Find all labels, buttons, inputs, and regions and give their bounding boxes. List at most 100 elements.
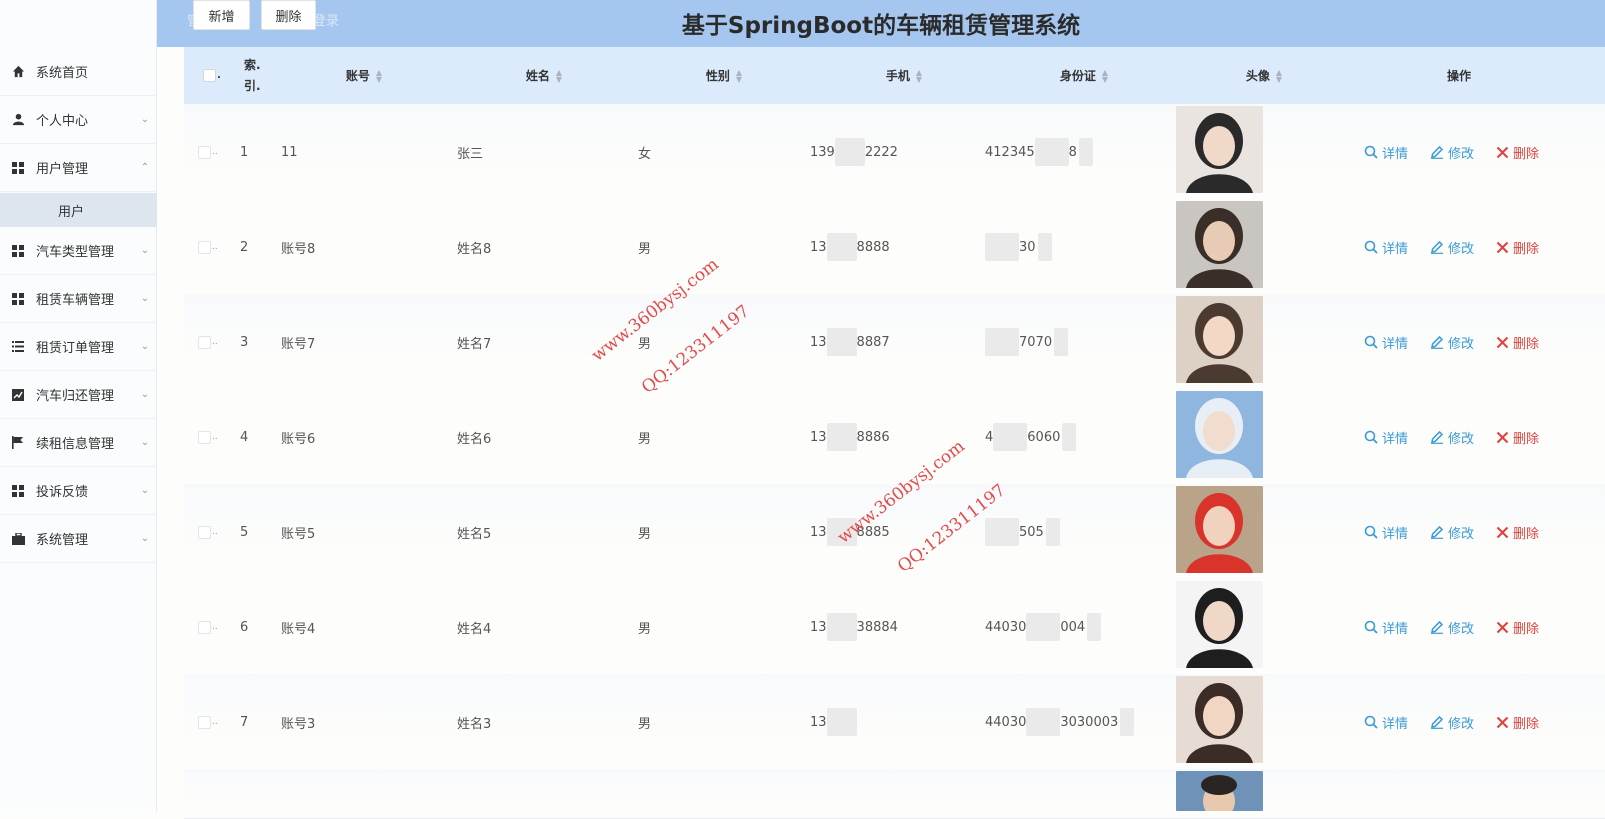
grid-icon: [0, 161, 36, 174]
col-avatar[interactable]: 头像 ▲ ▼: [1194, 47, 1334, 104]
select-all-checkbox[interactable]: .: [200, 47, 224, 104]
sidebar-item-home[interactable]: 系统首页: [0, 48, 157, 96]
detail-button[interactable]: 详情: [1364, 428, 1408, 447]
table-header: . 索. 引. 账号 ▲ ▼ 姓名 ▲ ▼ 性别 ▲ ▼ 手机 ▲ ▼ 身份证 ▲ ▼ 头像 ▲ ▼ 操作: [184, 47, 1605, 104]
delete-label: 删除: [1513, 526, 1540, 542]
avatar[interactable]: [1176, 676, 1263, 763]
row-phone: 13 8886: [810, 389, 890, 485]
sidebar-subitem-user[interactable]: 用户: [0, 193, 157, 227]
row-checkbox[interactable]: ..: [198, 579, 218, 675]
row-name: 张三: [457, 146, 484, 162]
delete-label: 删除: [1513, 336, 1540, 352]
sidebar-item-user-management[interactable]: 用户管理 ⌃: [0, 144, 157, 192]
delete-label: 删除: [1513, 716, 1540, 732]
phone-end: 8886: [856, 429, 890, 445]
detail-button[interactable]: 详情: [1364, 333, 1408, 352]
avatar[interactable]: [1176, 391, 1263, 478]
row-checkbox[interactable]: ..: [198, 104, 218, 200]
sidebar-item-car-type[interactable]: 汽车类型管理 ⌄: [0, 227, 157, 275]
delete-row-button[interactable]: 删除: [1496, 713, 1539, 732]
avatar[interactable]: [1176, 486, 1263, 573]
add-button[interactable]: 新增: [193, 0, 250, 30]
sort-icon[interactable]: ▲ ▼: [916, 68, 922, 83]
row-index: 2: [240, 239, 249, 255]
col-name[interactable]: 姓名 ▲ ▼: [474, 47, 614, 104]
sidebar-item-rental-order[interactable]: 租赁订单管理 ⌄: [0, 323, 157, 371]
close-icon: [1496, 146, 1509, 158]
row-idcard: 412345 8: [985, 104, 1093, 200]
sidebar-item-renewal[interactable]: 续租信息管理 ⌄: [0, 419, 157, 467]
detail-button[interactable]: 详情: [1364, 618, 1408, 637]
col-idcard[interactable]: 身份证 ▲ ▼: [1014, 47, 1154, 104]
id-start: 44030: [985, 619, 1027, 635]
row-account: 账号7: [281, 336, 316, 352]
sort-icon[interactable]: ▲ ▼: [556, 68, 562, 83]
row-phone: 13 8888: [810, 199, 890, 295]
chevron-down-icon: ⌄: [140, 245, 150, 256]
edit-button[interactable]: 修改: [1430, 238, 1474, 257]
avatar[interactable]: [1176, 201, 1263, 288]
edit-button[interactable]: 修改: [1430, 143, 1474, 162]
delete-row-button[interactable]: 删除: [1496, 618, 1539, 637]
sidebar-item-system[interactable]: 系统管理 ⌄: [0, 515, 157, 563]
col-account[interactable]: 账号 ▲ ▼: [294, 47, 434, 104]
avatar[interactable]: [1176, 106, 1263, 193]
edit-button[interactable]: 修改: [1430, 618, 1474, 637]
table-row[interactable]: .. 4 账号6 姓名6 男 13 8886 4 6060 详情 修改 删除: [184, 389, 1605, 486]
delete-row-button[interactable]: 删除: [1496, 428, 1539, 447]
avatar[interactable]: [1176, 296, 1263, 383]
search-icon: [1364, 715, 1378, 729]
delete-row-button[interactable]: 删除: [1496, 143, 1539, 162]
delete-row-button[interactable]: 删除: [1496, 333, 1539, 352]
row-checkbox[interactable]: ..: [198, 389, 218, 485]
col-phone[interactable]: 手机 ▲ ▼: [834, 47, 974, 104]
table-row[interactable]: .. 6 账号4 姓名4 男 13 38884 44030 004 详情 修改 …: [184, 579, 1605, 676]
sidebar-item-personal[interactable]: 个人中心 ⌄: [0, 96, 157, 144]
table-row[interactable]: .. 2 账号8 姓名8 男 13 8888 30 详情 修改 删除: [184, 199, 1605, 296]
redacted-block: [826, 613, 857, 641]
row-checkbox[interactable]: ..: [198, 484, 218, 580]
detail-label: 详情: [1382, 431, 1409, 447]
delete-row-button[interactable]: 删除: [1496, 238, 1539, 257]
row-gender: 男: [638, 621, 652, 637]
edit-button[interactable]: 修改: [1430, 428, 1474, 447]
sort-icon[interactable]: ▲ ▼: [1276, 68, 1282, 83]
sidebar-item-car-return[interactable]: 汽车归还管理 ⌄: [0, 371, 157, 419]
search-icon: [1364, 525, 1378, 539]
row-checkbox[interactable]: ..: [198, 674, 218, 770]
delete-button[interactable]: 删除: [261, 0, 316, 30]
chevron-up-icon: ⌃: [140, 162, 150, 173]
row-checkbox[interactable]: ..: [198, 199, 218, 295]
redacted-block: [826, 328, 857, 356]
detail-button[interactable]: 详情: [1364, 713, 1408, 732]
row-account: 账号8: [281, 241, 316, 257]
delete-row-button[interactable]: 删除: [1496, 523, 1539, 542]
table-row[interactable]: .. 3 账号7 姓名7 男 13 8887 7070 详情 修改 删除: [184, 294, 1605, 391]
detail-label: 详情: [1382, 621, 1409, 637]
col-gender[interactable]: 性别 ▲ ▼: [654, 47, 794, 104]
phone-end: 8888: [856, 239, 890, 255]
row-index: 3: [240, 334, 249, 350]
edit-button[interactable]: 修改: [1430, 523, 1474, 542]
detail-button[interactable]: 详情: [1364, 238, 1408, 257]
row-account: 账号3: [281, 716, 316, 732]
row-checkbox[interactable]: ..: [198, 294, 218, 390]
sort-icon[interactable]: ▲ ▼: [736, 68, 742, 83]
row-actions: 详情 修改 删除: [1364, 389, 1539, 485]
avatar[interactable]: [1176, 771, 1263, 811]
table-row[interactable]: .. 7 账号3 姓名3 男 13 44030 3030003 详情 修改 删除: [184, 674, 1605, 771]
edit-button[interactable]: 修改: [1430, 713, 1474, 732]
sort-icon[interactable]: ▲ ▼: [1102, 68, 1108, 83]
row-phone: 13: [810, 674, 857, 770]
phone-start: 13: [810, 524, 827, 540]
sort-icon[interactable]: ▲ ▼: [376, 68, 382, 83]
edit-button[interactable]: 修改: [1430, 333, 1474, 352]
sidebar-item-rental-vehicle[interactable]: 租赁车辆管理 ⌄: [0, 275, 157, 323]
chevron-down-icon: ⌄: [140, 293, 150, 304]
phone-start: 13: [810, 714, 827, 730]
sidebar-item-feedback[interactable]: 投诉反馈 ⌄: [0, 467, 157, 515]
avatar[interactable]: [1176, 581, 1263, 668]
table-row[interactable]: .. 1 11 张三 女 139 2222 412345 8 详情 修改 删除: [184, 104, 1605, 201]
detail-button[interactable]: 详情: [1364, 523, 1408, 542]
detail-button[interactable]: 详情: [1364, 143, 1408, 162]
